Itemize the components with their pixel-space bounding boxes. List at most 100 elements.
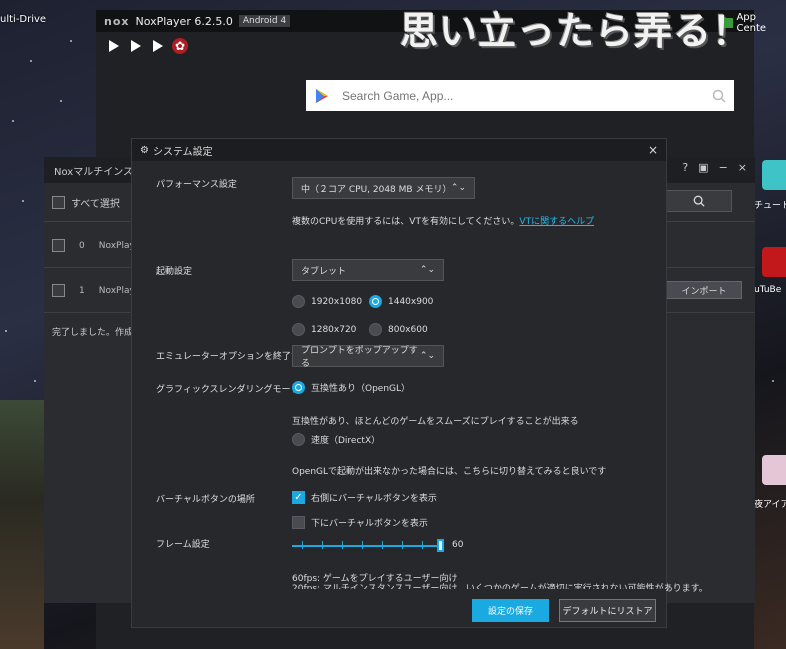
radio-dot[interactable] xyxy=(292,323,305,336)
graphics-radio-opengl[interactable]: 互換性あり（OpenGL） xyxy=(292,381,410,394)
updown-chevron-icon: ⌃⌄ xyxy=(419,351,435,361)
multi-search-box[interactable] xyxy=(666,190,732,212)
checkbox[interactable] xyxy=(292,516,305,529)
side-app-label: 夜アイア xyxy=(754,500,786,510)
restore-default-button[interactable]: デフォルトにリストア xyxy=(559,599,656,622)
side-app-label: uTuBe xyxy=(754,285,782,295)
app-center-label: App Cente xyxy=(736,12,767,34)
virtual-buttons-bottom-checkbox[interactable]: 下にバーチャルボタンを表示 xyxy=(292,516,428,529)
checkbox-label: 右側にバーチャルボタンを表示 xyxy=(311,494,437,504)
checkbox[interactable] xyxy=(52,196,65,209)
resolution-radio-1440[interactable]: 1440x900 xyxy=(369,295,433,308)
frame-label: フレーム設定 xyxy=(156,540,210,550)
desktop-wallpaper-rock xyxy=(0,400,44,649)
graphics-option-label: 速度（DirectX） xyxy=(311,436,381,446)
vt-help-link[interactable]: VTに関するヘルプ xyxy=(519,217,594,227)
youtuber-app-icon[interactable] xyxy=(762,247,786,277)
emulator-exit-value: プロンプトをポップアップする xyxy=(301,346,418,369)
updown-chevron-icon: ⌃⌄ xyxy=(419,265,435,275)
slider-tick xyxy=(422,541,423,549)
instance-checkbox[interactable] xyxy=(52,239,65,252)
radio-dot[interactable] xyxy=(292,433,305,446)
search-icon xyxy=(693,195,705,207)
app-center-icon xyxy=(724,18,734,28)
play-store-icon-3[interactable] xyxy=(150,38,166,54)
status-text: 完了しました。作成済 xyxy=(52,328,143,338)
graphics-option-label: 互換性あり（OpenGL） xyxy=(311,384,411,394)
game-app-icon[interactable] xyxy=(762,455,786,485)
performance-select[interactable]: 中（２コア CPU, 2048 MB メモリ） ⌃⌄ xyxy=(292,177,475,199)
slider-tick xyxy=(402,541,403,549)
app-search-bar[interactable] xyxy=(306,80,734,111)
resolution-radio-1920[interactable]: 1920x1080 xyxy=(292,295,362,308)
startup-label: 起動設定 xyxy=(156,267,193,277)
android-version-badge: Android 4 xyxy=(238,15,291,27)
slider-tick xyxy=(322,541,323,549)
help-icon[interactable]: ? xyxy=(682,161,688,174)
window-controls: ? ▣ − × xyxy=(682,161,747,174)
app-center-link[interactable]: App Cente xyxy=(724,12,786,34)
folder-icon[interactable]: ▣ xyxy=(698,161,708,174)
updown-chevron-icon: ⌃⌄ xyxy=(450,183,466,193)
frame-value: 60 xyxy=(452,540,464,550)
resolution-radio-800[interactable]: 800x600 xyxy=(369,323,428,336)
graphics-note: OpenGLで起動が出来なかった場合には、こちらに切り替えてみると良いです xyxy=(292,467,607,477)
desktop-shortcut-label[interactable]: ulti-Drive xyxy=(0,14,46,25)
radio-dot-selected[interactable] xyxy=(369,295,382,308)
google-play-icon xyxy=(316,88,328,103)
settings-title: システム設定 xyxy=(152,146,213,158)
performance-value: 中（２コア CPU, 2048 MB メモリ） xyxy=(301,184,452,195)
resolution-radio-1280[interactable]: 1280x720 xyxy=(292,323,356,336)
graphics-opt1-desc: 互換性があり、ほとんどのゲームをスムーズにプレイすることが出来る xyxy=(292,417,579,427)
emulator-exit-label: エミュレーターオプションを終了する xyxy=(156,352,309,362)
radio-dot[interactable] xyxy=(292,295,305,308)
play-store-icon-2[interactable] xyxy=(128,38,144,54)
slider-tick xyxy=(382,541,383,549)
play-store-icon[interactable] xyxy=(106,38,122,54)
resolution-label: 800x600 xyxy=(388,324,428,335)
minimize-icon[interactable]: − xyxy=(719,161,728,174)
instance-checkbox[interactable] xyxy=(52,284,65,297)
startup-value: タブレット xyxy=(301,266,347,277)
instance-index: 0 xyxy=(79,240,85,251)
slider-tick xyxy=(342,541,343,549)
banner-title: 思い立ったら弄る！ xyxy=(400,9,752,53)
system-settings-dialog: ⚙ システム設定 × パフォーマンス設定 中（２コア CPU, 2048 MB … xyxy=(131,138,708,628)
resolution-label: 1280x720 xyxy=(311,324,357,335)
tutorial-app-icon[interactable] xyxy=(762,160,786,190)
nox-version: NoxPlayer 6.2.5.0 xyxy=(135,14,233,28)
slider-tick xyxy=(302,541,303,549)
checkbox-checked[interactable]: ✓ xyxy=(292,491,305,504)
close-button[interactable]: × xyxy=(648,143,658,157)
select-all-checkbox[interactable]: すべて選択 xyxy=(52,195,120,210)
emulator-exit-select[interactable]: プロンプトをポップアップする ⌃⌄ xyxy=(292,345,444,369)
gear-icon: ⚙ xyxy=(140,144,149,156)
nox-toolbar: ✿ xyxy=(106,38,188,54)
save-settings-button[interactable]: 設定の保存 xyxy=(472,599,549,622)
frame-slider-handle[interactable] xyxy=(437,539,444,552)
nox-logo: nox xyxy=(104,14,130,28)
graphics-radio-directx[interactable]: 速度（DirectX） xyxy=(292,433,380,446)
slider-tick xyxy=(362,541,363,549)
search-input[interactable] xyxy=(342,88,712,103)
search-icon[interactable] xyxy=(712,89,726,103)
select-all-label: すべて選択 xyxy=(71,199,120,210)
close-icon[interactable]: × xyxy=(738,161,747,174)
radio-dot-selected[interactable] xyxy=(292,381,305,394)
startup-select[interactable]: タブレット ⌃⌄ xyxy=(292,259,444,281)
frame-slider-track[interactable] xyxy=(292,545,439,547)
hint-text: 複数のCPUを使用するには、VTを有効にしてください。 xyxy=(292,217,520,227)
graphics-label: グラフィックスレンダリングモード xyxy=(156,385,300,395)
performance-label: パフォーマンス設定 xyxy=(156,180,237,190)
import-button[interactable]: インポート xyxy=(666,281,742,299)
side-app-label: チュート xyxy=(754,201,786,211)
settings-titlebar: ⚙ システム設定 xyxy=(132,139,666,161)
app-shortcut-icon[interactable]: ✿ xyxy=(172,38,188,54)
instance-index: 1 xyxy=(79,285,85,296)
virtual-buttons-label: バーチャルボタンの場所 xyxy=(156,495,255,505)
resolution-label: 1920x1080 xyxy=(311,296,363,307)
virtual-buttons-right-checkbox[interactable]: ✓ 右側にバーチャルボタンを表示 xyxy=(292,491,437,504)
radio-dot[interactable] xyxy=(369,323,382,336)
performance-hint: 複数のCPUを使用するには、VTを有効にしてください。VTに関するヘルプ xyxy=(292,214,594,227)
checkbox-label: 下にバーチャルボタンを表示 xyxy=(311,519,428,529)
